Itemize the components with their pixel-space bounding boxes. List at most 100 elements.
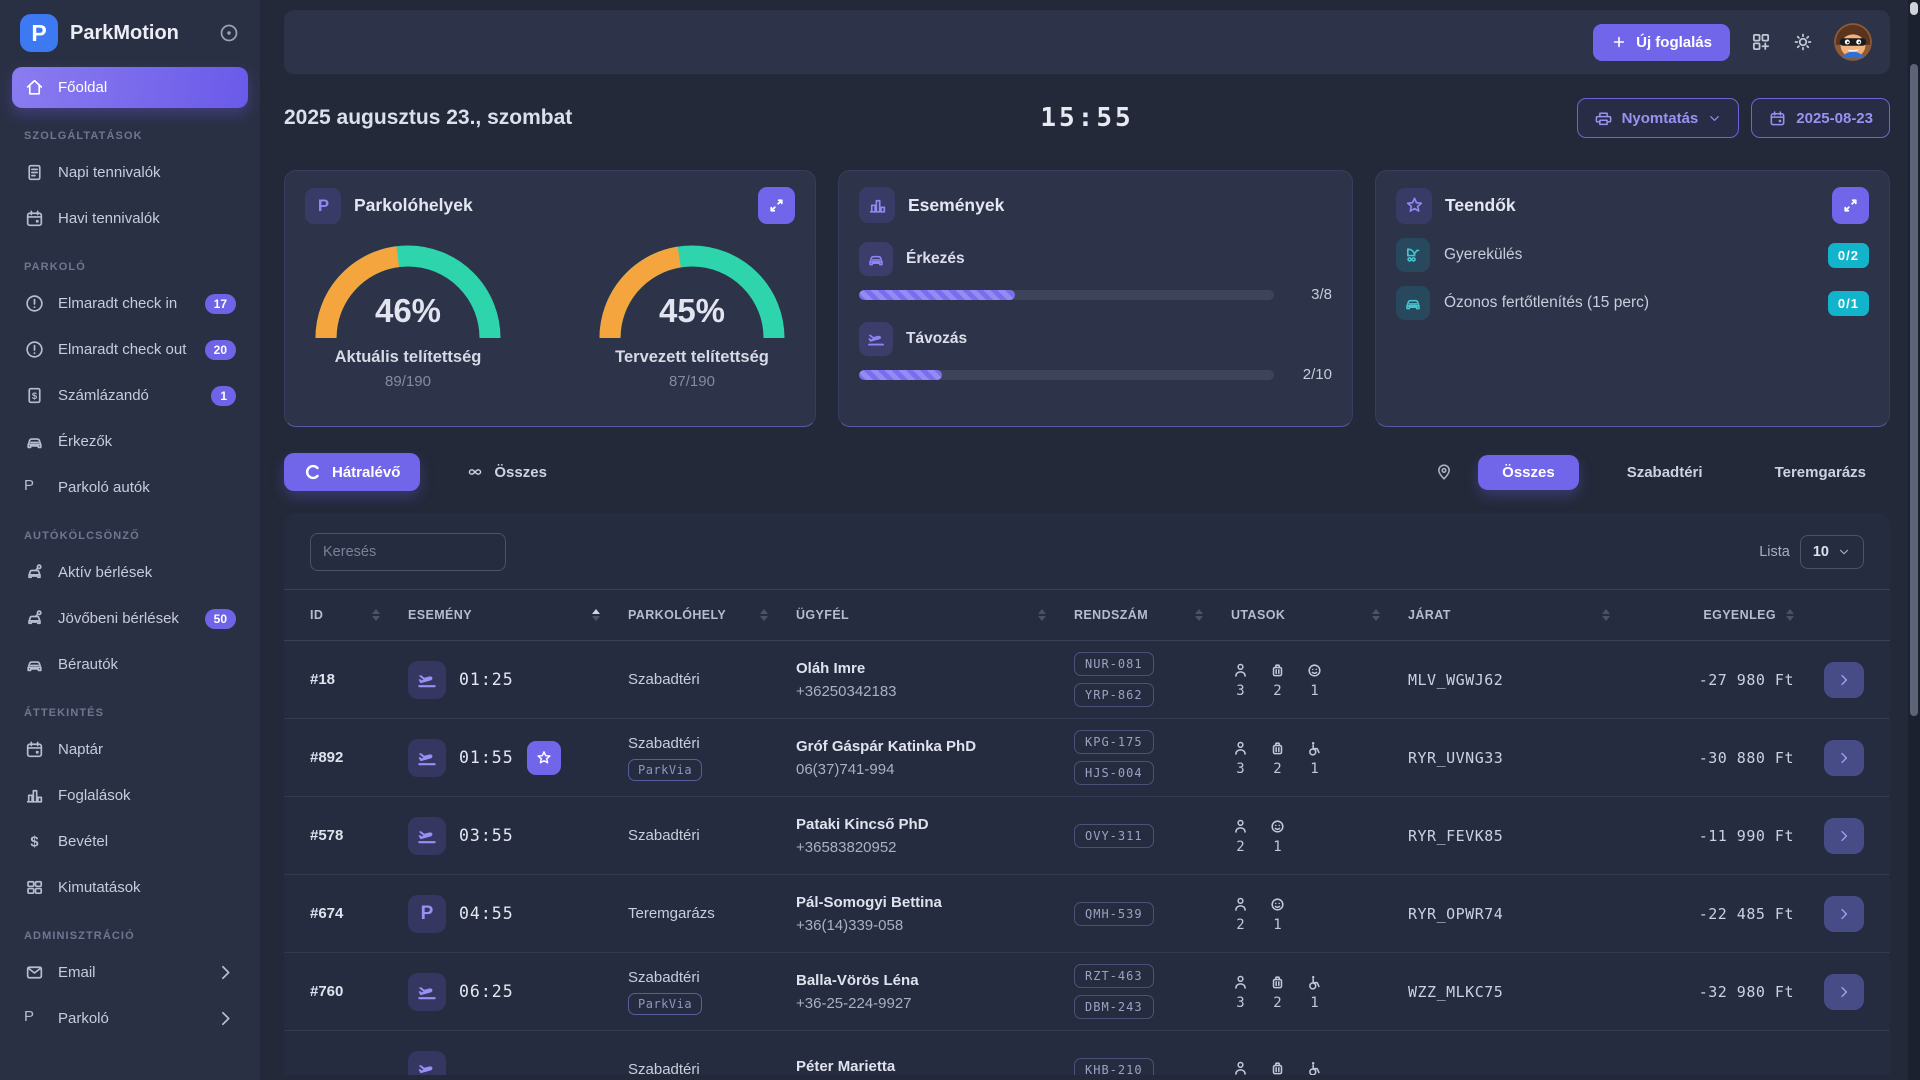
sidebar-item-label: Bevétel — [58, 833, 108, 850]
license-plate: QMH-539 — [1074, 902, 1154, 926]
svg-text:$: $ — [30, 835, 38, 851]
location-tab[interactable]: Összes — [1478, 455, 1579, 490]
sidebar-item[interactable]: $ Bevétel — [12, 821, 248, 862]
date-picker-button[interactable]: 2025-08-23 — [1751, 98, 1890, 138]
chevron-right-icon — [215, 962, 236, 983]
scrollbar-thumb[interactable] — [1910, 64, 1918, 716]
sidebar-section: SZOLGÁLTATÁSOK Napi tennivalók Havi tenn… — [12, 113, 248, 239]
customer-name: Péter Marietta — [796, 1058, 1074, 1075]
topbar: Új foglalás — [284, 10, 1890, 74]
location-tab[interactable]: Teremgarázs — [1751, 455, 1890, 490]
passenger-count: 3 — [1231, 661, 1250, 699]
sidebar-nav: Főoldal SZOLGÁLTATÁSOK Napi tennivalók — [12, 67, 248, 1039]
status-filter-chip[interactable]: Összes — [446, 453, 567, 491]
page-scrollbar[interactable] — [1908, 0, 1920, 1080]
sidebar-item[interactable]: $ Számlázandó 1 — [12, 375, 248, 416]
luggage-icon — [1268, 973, 1287, 992]
row-open-button[interactable] — [1824, 740, 1864, 776]
sidebar-item[interactable]: Napi tennivalók — [12, 152, 248, 193]
expand-button[interactable] — [758, 187, 795, 224]
scrollbar-top-segment[interactable] — [1910, 2, 1918, 15]
header-actions: Nyomtatás 2025-08-23 — [1577, 98, 1890, 138]
sidebar-section-label: ADMINISZTRÁCIÓ — [12, 913, 248, 947]
sidebar-item[interactable]: Havi tennivalók — [12, 198, 248, 239]
column-header[interactable]: EGYENLEG — [1638, 608, 1794, 622]
passenger-count: 1 — [1305, 661, 1324, 699]
page-size-select[interactable]: 10 — [1800, 535, 1864, 569]
events-card: Események Érkezés 3/8 — [838, 170, 1353, 427]
filter-bar: Hátralévő Összes Összes Szabadtéri Terem… — [284, 453, 1890, 491]
list-size-label: Lista — [1759, 544, 1790, 560]
sidebar-item[interactable]: Elmaradt check in 17 — [12, 283, 248, 324]
sidebar-collapse-icon[interactable] — [218, 22, 240, 44]
provider-tag: ParkVia — [628, 993, 702, 1015]
app-title: ParkMotion — [70, 22, 206, 45]
passenger-count: 2 — [1268, 739, 1287, 777]
sidebar-item-label: Bérautók — [58, 656, 118, 673]
new-booking-button[interactable]: Új foglalás — [1593, 24, 1730, 61]
sidebar-item[interactable]: Bérautók — [12, 644, 248, 685]
sidebar-item-badge: 1 — [211, 386, 236, 406]
passenger-count — [1231, 1059, 1250, 1076]
search-input[interactable] — [310, 533, 506, 571]
luggage-icon — [1268, 739, 1287, 758]
sidebar-item[interactable]: Jövőbeni bérlések 50 — [12, 598, 248, 639]
sidebar-item-label: Parkoló — [58, 1010, 109, 1027]
sidebar-item[interactable]: P Parkoló — [12, 998, 248, 1039]
event-time: 04:55 — [459, 904, 514, 923]
parking-icon: P — [24, 477, 45, 498]
license-plate: KPG-175 — [1074, 730, 1154, 754]
balance: -32 980 Ft — [1638, 983, 1794, 1001]
column-header[interactable]: PARKOLÓHELY — [628, 608, 796, 622]
priority-star-badge — [527, 741, 561, 775]
event-progress: Távozás 2/10 — [859, 322, 1332, 383]
column-header[interactable]: ESEMÉNY — [408, 608, 628, 622]
sidebar-item[interactable]: Naptár — [12, 729, 248, 770]
location-tab[interactable]: Szabadtéri — [1603, 455, 1727, 490]
table-row: #674 P 04:55 Teremgarázs Pál-Somogyi Bet… — [284, 875, 1890, 953]
card-title: Parkolóhelyek — [354, 195, 473, 216]
parking-place: Szabadtéri — [628, 671, 796, 688]
flight-number: RYR_OPWR74 — [1408, 905, 1638, 923]
progress-count: 2/10 — [1288, 366, 1332, 383]
gauge-label: Aktuális telítettség — [305, 348, 511, 367]
expand-button[interactable] — [1832, 187, 1869, 224]
event-progress: Érkezés 3/8 — [859, 242, 1332, 303]
sidebar-section: AUTÓKÖLCSÖNZŐ Aktív bérlések Jövőbeni bé… — [12, 513, 248, 685]
chevron-right-icon — [1836, 828, 1852, 844]
user-avatar[interactable] — [1834, 23, 1872, 61]
sidebar-item-label: Parkoló autók — [58, 479, 150, 496]
status-filter-chip[interactable]: Hátralévő — [284, 453, 420, 491]
customer-phone: +36583820952 — [796, 839, 1074, 856]
sidebar-item[interactable]: Kimutatások — [12, 867, 248, 908]
print-button[interactable]: Nyomtatás — [1577, 98, 1740, 138]
row-open-button[interactable] — [1824, 974, 1864, 1010]
row-open-button[interactable] — [1824, 818, 1864, 854]
event-time: 03:55 — [459, 826, 514, 845]
column-header[interactable]: ÜGYFÉL — [796, 608, 1074, 622]
sidebar-item[interactable]: Email — [12, 952, 248, 993]
row-open-button[interactable] — [1824, 896, 1864, 932]
sidebar-item[interactable]: Főoldal — [12, 67, 248, 108]
sidebar-item[interactable]: Érkezők — [12, 421, 248, 462]
passenger-count — [1305, 1059, 1324, 1076]
row-id: #674 — [310, 905, 408, 922]
doc-icon — [24, 162, 45, 183]
column-header[interactable]: RENDSZÁM — [1074, 608, 1231, 622]
sidebar-item[interactable]: Elmaradt check out 20 — [12, 329, 248, 370]
theme-sun-icon[interactable] — [1792, 31, 1814, 53]
sidebar-item[interactable]: P Parkoló autók — [12, 467, 248, 508]
task-count-badge: 0/2 — [1828, 243, 1869, 268]
apps-grid-icon[interactable] — [1750, 31, 1772, 53]
sidebar-item[interactable]: Foglalások — [12, 775, 248, 816]
sidebar-item-label: Jövőbeni bérlések — [58, 610, 179, 627]
table-row: #18 01:25 Szabadtéri Oláh Imre +36250342… — [284, 641, 1890, 719]
column-header[interactable]: ID — [310, 608, 408, 622]
column-header[interactable]: JÁRAT — [1408, 608, 1638, 622]
wheelchair-icon — [1305, 1059, 1324, 1076]
gauge-count: 89/190 — [305, 373, 511, 390]
sidebar-item[interactable]: Aktív bérlések — [12, 552, 248, 593]
column-header[interactable]: UTASOK — [1231, 608, 1408, 622]
task-count-badge: 0/1 — [1828, 291, 1869, 316]
row-open-button[interactable] — [1824, 662, 1864, 698]
